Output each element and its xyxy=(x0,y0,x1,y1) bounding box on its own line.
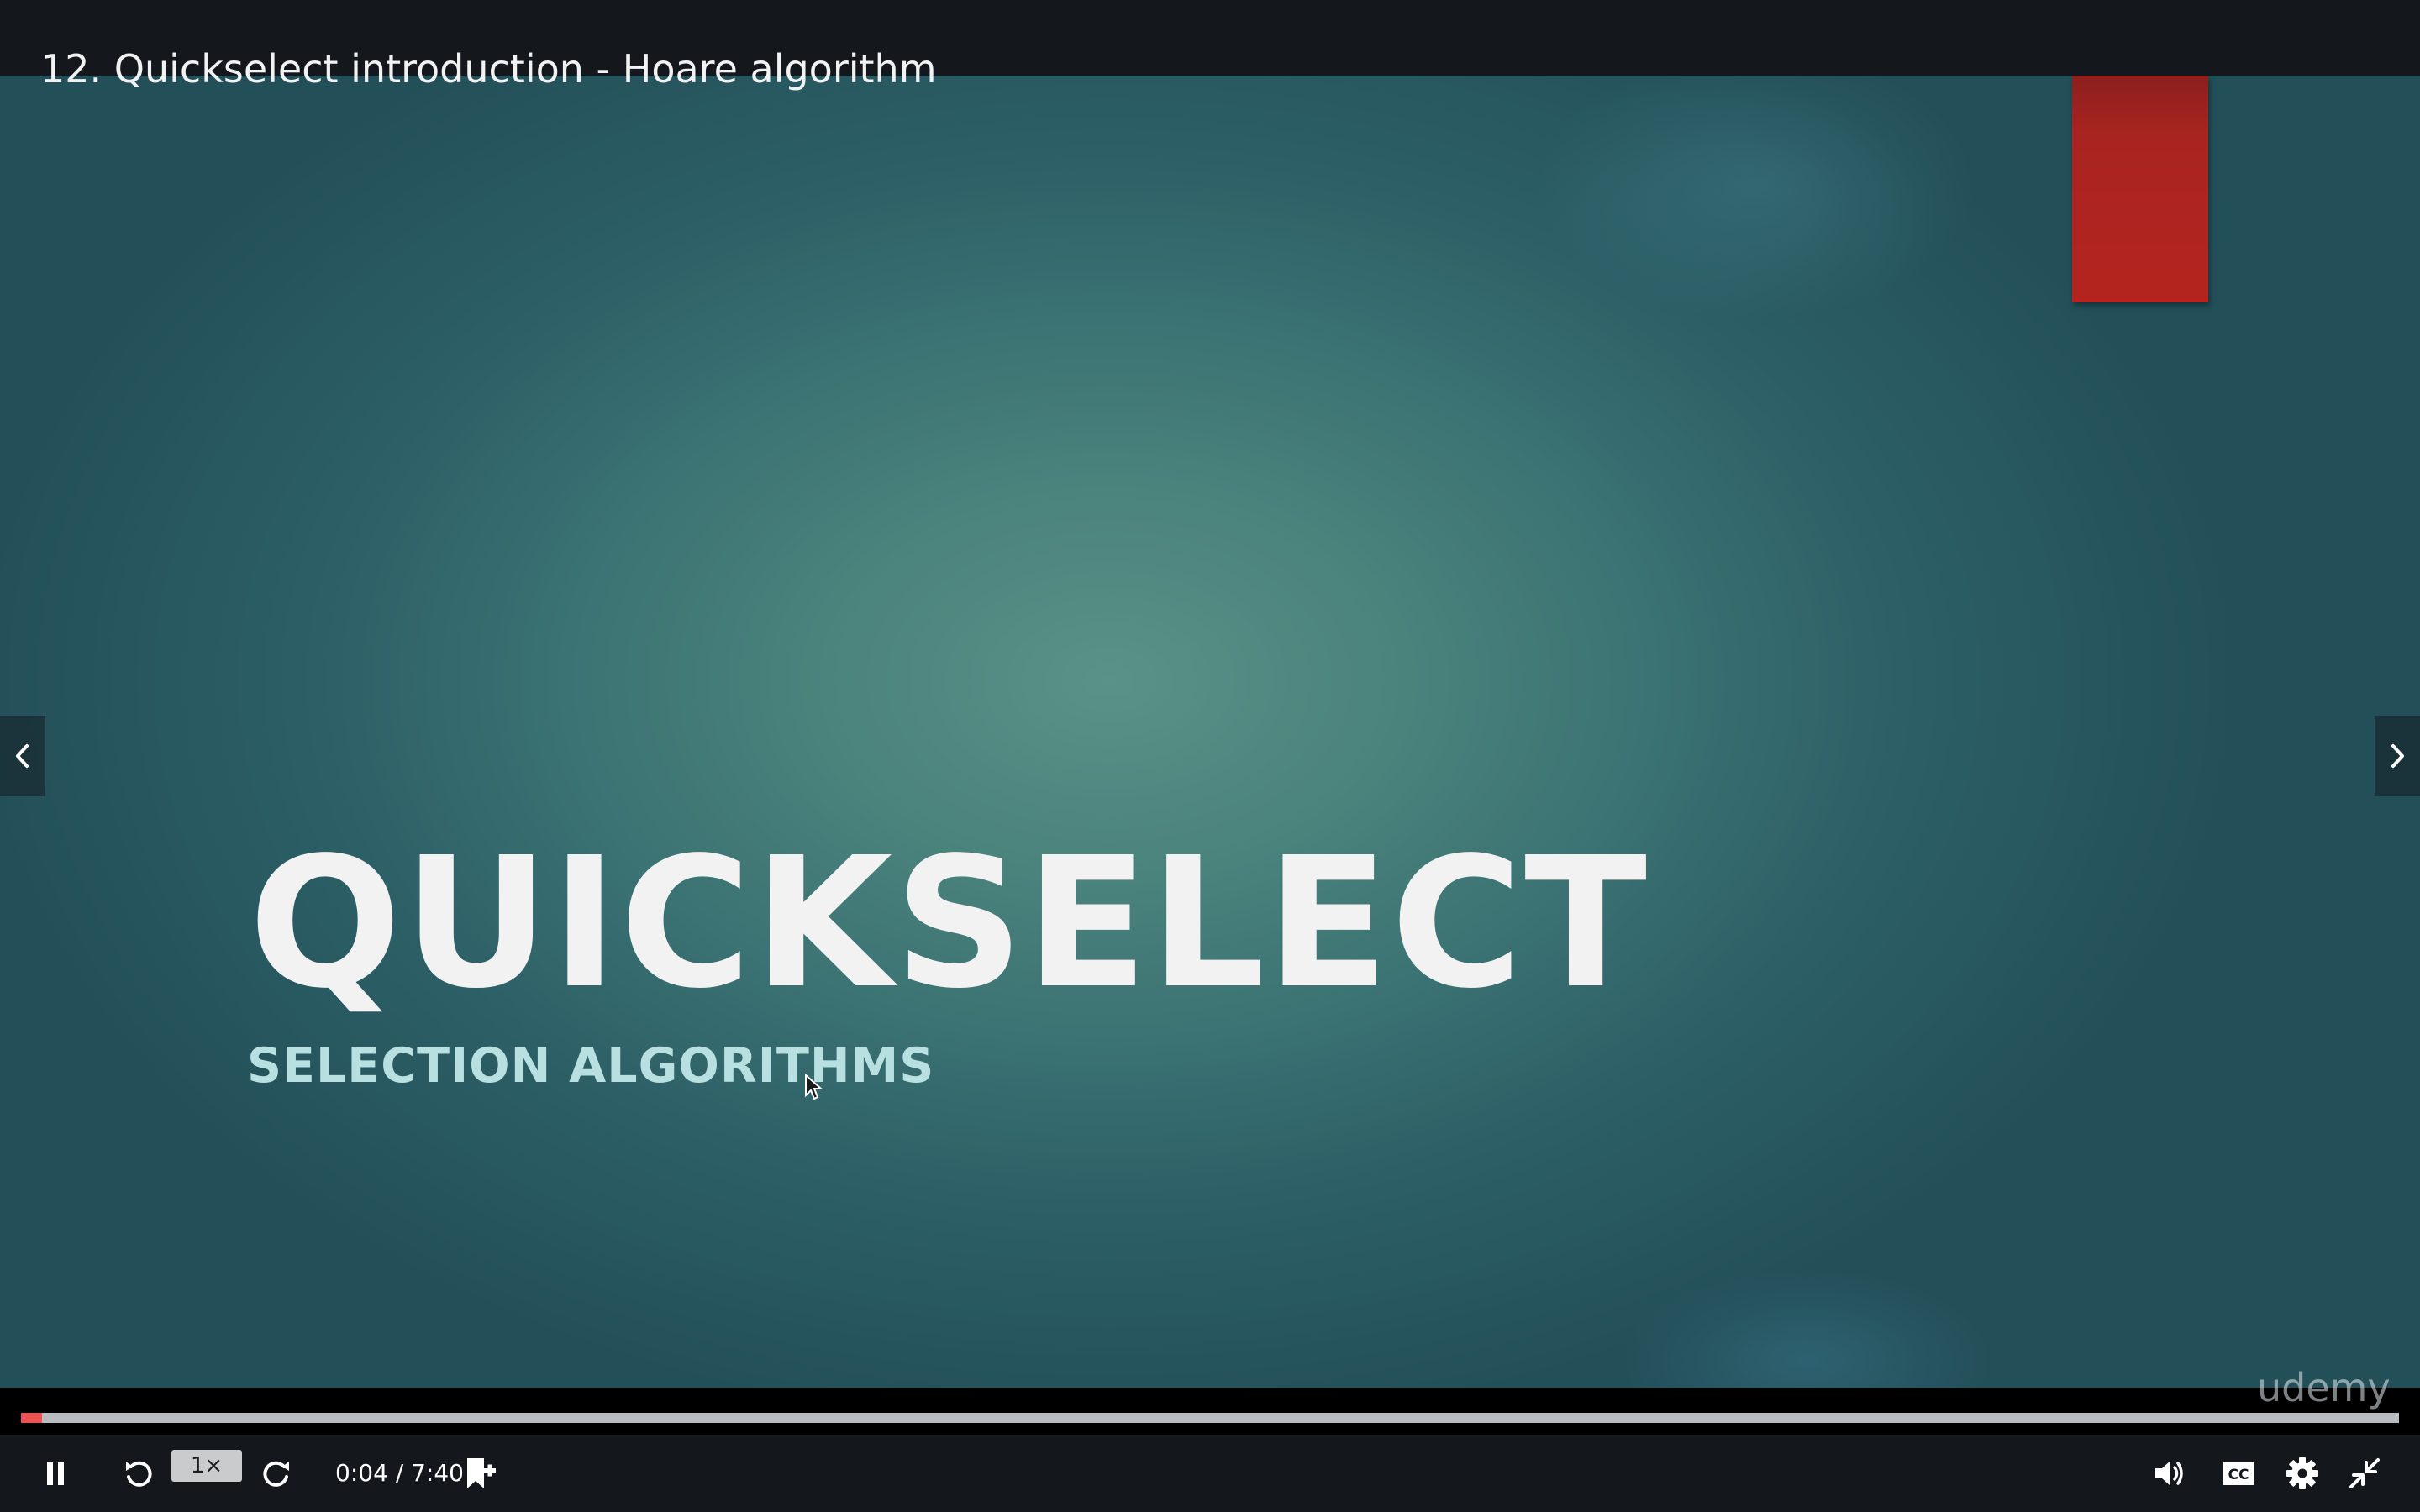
pause-button[interactable] xyxy=(34,1450,77,1497)
playback-speed-button[interactable]: 1× xyxy=(171,1450,242,1482)
add-bookmark-button[interactable] xyxy=(459,1450,502,1497)
add-bookmark-icon xyxy=(467,1458,496,1488)
rewind-button[interactable] xyxy=(116,1450,160,1497)
player-controls: 1× 0:04 / 7:40 CC xyxy=(0,1435,2420,1512)
forward-button[interactable] xyxy=(255,1450,299,1497)
captions-button[interactable]: CC xyxy=(2217,1450,2260,1497)
progress-fill xyxy=(21,1413,42,1423)
volume-icon xyxy=(2155,1461,2183,1486)
gear-icon xyxy=(2286,1457,2318,1489)
progress-bar[interactable] xyxy=(0,1388,2420,1435)
exit-fullscreen-icon xyxy=(2349,1458,2380,1488)
video-area[interactable]: QUICKSELECT SELECTION ALGORITHMS xyxy=(0,76,2420,1388)
captions-icon: CC xyxy=(2223,1462,2254,1485)
time-display: 0:04 / 7:40 xyxy=(335,1459,464,1487)
rewind-icon xyxy=(126,1461,152,1487)
pause-icon xyxy=(47,1462,64,1485)
chevron-left-icon xyxy=(16,744,29,768)
udemy-watermark: udemy xyxy=(2257,1365,2391,1410)
next-lecture-button[interactable] xyxy=(2375,716,2420,796)
slide-title: QUICKSELECT xyxy=(249,819,1649,1028)
volume-button[interactable] xyxy=(2148,1450,2191,1497)
mouse-cursor-icon xyxy=(804,1073,824,1105)
progress-track[interactable] xyxy=(21,1413,2399,1423)
lecture-title: 12. Quickselect introduction - Hoare alg… xyxy=(40,46,937,92)
chevron-right-icon xyxy=(2391,744,2404,768)
slide-red-accent xyxy=(2072,76,2208,302)
exit-fullscreen-button[interactable] xyxy=(2343,1450,2386,1497)
forward-icon xyxy=(263,1461,289,1487)
svg-text:CC: CC xyxy=(2228,1467,2249,1483)
slide-subtitle: SELECTION ALGORITHMS xyxy=(247,1038,935,1094)
settings-button[interactable] xyxy=(2279,1450,2326,1497)
previous-lecture-button[interactable] xyxy=(0,716,45,796)
